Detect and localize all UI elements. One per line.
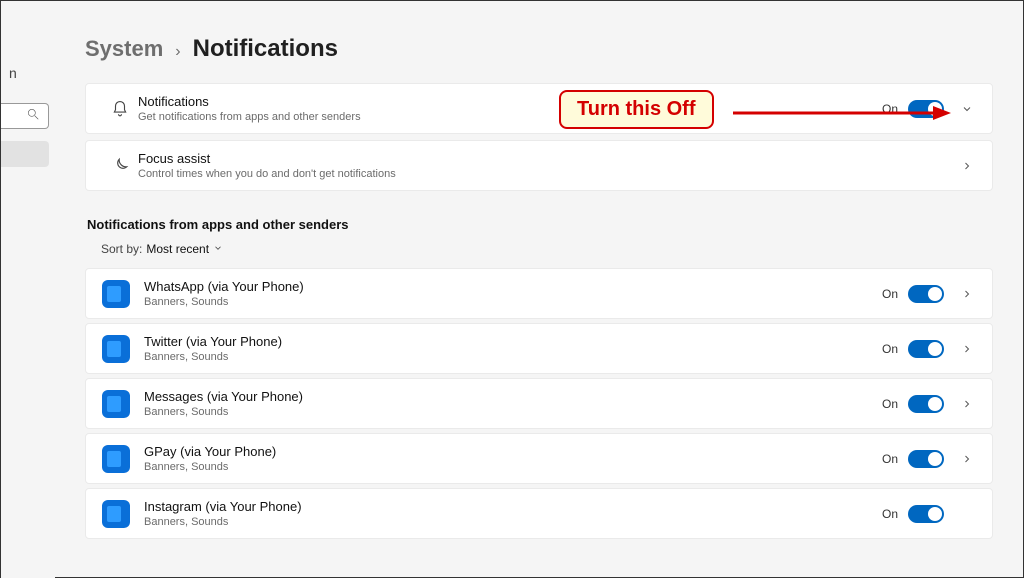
chevron-down-icon[interactable] bbox=[958, 103, 976, 115]
chevron-right-icon[interactable] bbox=[958, 160, 976, 172]
focus-subtitle: Control times when you do and don't get … bbox=[138, 168, 958, 180]
app-state-label: On bbox=[882, 452, 898, 466]
app-name: Instagram (via Your Phone) bbox=[144, 499, 882, 514]
app-row[interactable]: Messages (via Your Phone) Banners, Sounds… bbox=[85, 378, 993, 429]
chevron-down-icon bbox=[213, 242, 223, 256]
sidebar-stub: n bbox=[1, 1, 55, 578]
app-state-label: On bbox=[882, 342, 898, 356]
breadcrumb-parent[interactable]: System bbox=[85, 36, 163, 62]
main-panel: System › Notifications Notifications Get… bbox=[85, 35, 993, 577]
app-state-label: On bbox=[882, 397, 898, 411]
app-row[interactable]: Twitter (via Your Phone) Banners, SoundsO… bbox=[85, 323, 993, 374]
app-toggle[interactable] bbox=[908, 395, 944, 413]
annotation-arrow bbox=[733, 103, 953, 123]
apps-section-header: Notifications from apps and other sender… bbox=[87, 217, 993, 232]
app-row[interactable]: Instagram (via Your Phone) Banners, Sound… bbox=[85, 488, 993, 539]
app-state-label: On bbox=[882, 287, 898, 301]
app-row[interactable]: GPay (via Your Phone) Banners, SoundsOn bbox=[85, 433, 993, 484]
annotation-callout: Turn this Off bbox=[559, 90, 714, 129]
app-toggle[interactable] bbox=[908, 285, 944, 303]
sort-label: Sort by: bbox=[101, 242, 142, 256]
app-icon bbox=[102, 280, 130, 308]
chevron-right-icon[interactable] bbox=[958, 398, 976, 410]
moon-icon bbox=[102, 157, 138, 175]
app-name: WhatsApp (via Your Phone) bbox=[144, 279, 882, 294]
search-input-stub[interactable] bbox=[1, 103, 49, 129]
chevron-right-icon[interactable] bbox=[958, 288, 976, 300]
sidebar-selected-stub bbox=[1, 141, 49, 167]
app-toggle[interactable] bbox=[908, 450, 944, 468]
app-icon bbox=[102, 390, 130, 418]
breadcrumb: System › Notifications bbox=[85, 35, 993, 63]
app-icon bbox=[102, 335, 130, 363]
sort-value: Most recent bbox=[146, 242, 209, 256]
app-row[interactable]: WhatsApp (via Your Phone) Banners, Sounds… bbox=[85, 268, 993, 319]
app-desc: Banners, Sounds bbox=[144, 461, 882, 473]
search-icon bbox=[26, 107, 40, 126]
chevron-right-icon[interactable] bbox=[958, 343, 976, 355]
app-notifications-list: WhatsApp (via Your Phone) Banners, Sounds… bbox=[85, 268, 993, 539]
app-desc: Banners, Sounds bbox=[144, 351, 882, 363]
app-name: Twitter (via Your Phone) bbox=[144, 334, 882, 349]
sort-by-dropdown[interactable]: Sort by: Most recent bbox=[101, 242, 993, 256]
stub-letter: n bbox=[9, 65, 17, 81]
focus-title: Focus assist bbox=[138, 151, 958, 166]
chevron-right-icon: › bbox=[175, 43, 180, 61]
app-icon bbox=[102, 500, 130, 528]
app-name: Messages (via Your Phone) bbox=[144, 389, 882, 404]
app-toggle[interactable] bbox=[908, 340, 944, 358]
app-desc: Banners, Sounds bbox=[144, 516, 882, 528]
app-state-label: On bbox=[882, 507, 898, 521]
app-toggle[interactable] bbox=[908, 505, 944, 523]
app-icon bbox=[102, 445, 130, 473]
app-name: GPay (via Your Phone) bbox=[144, 444, 882, 459]
bell-icon bbox=[102, 100, 138, 118]
page-title: Notifications bbox=[193, 35, 338, 63]
chevron-right-icon[interactable] bbox=[958, 453, 976, 465]
app-desc: Banners, Sounds bbox=[144, 296, 882, 308]
focus-assist-row[interactable]: Focus assist Control times when you do a… bbox=[85, 140, 993, 191]
app-desc: Banners, Sounds bbox=[144, 406, 882, 418]
